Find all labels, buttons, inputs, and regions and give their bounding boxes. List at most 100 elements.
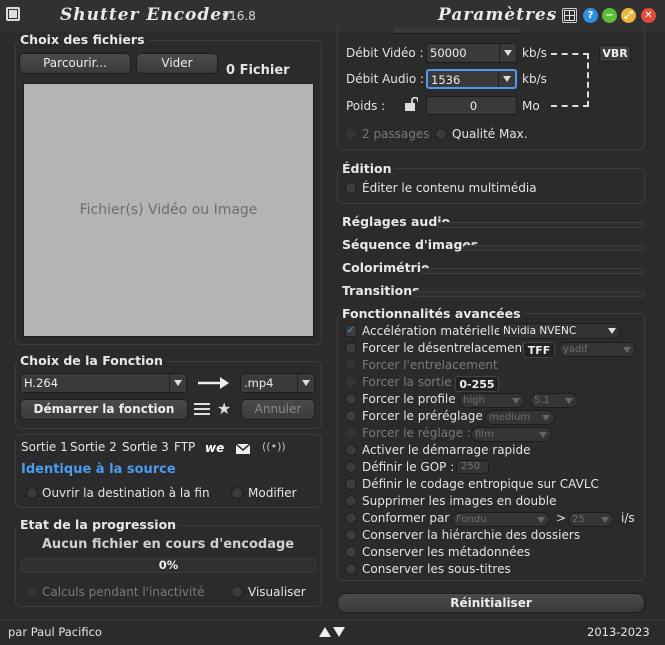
conform-select[interactable]: Fondu [452, 512, 550, 527]
edition-section-title: Édition [339, 161, 395, 176]
hw-accel-select[interactable]: Nvidia NVENC [499, 323, 621, 339]
section-colorimetry[interactable]: Colorimétrie [339, 260, 433, 275]
wetransfer-icon[interactable]: we [205, 441, 224, 455]
gop-input[interactable]: 250 [456, 460, 489, 474]
preset-label: Forcer le préréglage : [362, 409, 491, 423]
audio-bitrate-select[interactable]: 1536 [426, 69, 517, 89]
expand-collapse-icon[interactable] [319, 626, 345, 641]
idle-calc-radio[interactable] [26, 586, 38, 598]
two-pass-radio[interactable] [345, 128, 357, 140]
hw-accel-checkbox[interactable]: ✓ [345, 325, 357, 337]
close-icon[interactable]: ✕ [641, 8, 656, 23]
section-audio-settings[interactable]: Réglages audio [339, 214, 454, 229]
size-input[interactable]: 0 [426, 96, 517, 115]
chevron-down-icon [532, 513, 549, 526]
max-quality-label: Qualité Max. [452, 127, 528, 141]
progress-status: Aucun fichier en cours d'encodage [41, 537, 295, 552]
keep-folders-radio[interactable] [345, 529, 357, 541]
link-bracket [551, 53, 589, 107]
tab-output-3[interactable]: Sortie 3 [122, 440, 169, 454]
progress-section-title: Etat de la progression [17, 517, 180, 532]
video-bitrate-select[interactable]: 50000 [426, 43, 517, 63]
chevron-down-icon [603, 324, 620, 338]
fps-select[interactable]: 25 [568, 512, 614, 527]
profile-select[interactable]: high [459, 393, 525, 408]
minimize-icon[interactable]: − [602, 8, 617, 23]
mail-icon[interactable] [235, 443, 251, 457]
gop-radio[interactable] [345, 461, 357, 473]
app-logo-icon-inner [9, 10, 17, 18]
modify-radio[interactable] [231, 487, 243, 499]
interlace-radio[interactable] [345, 359, 357, 371]
maximize-icon[interactable]: ⤢ [621, 8, 636, 23]
vbr-button[interactable]: VBR [599, 45, 631, 62]
tune-select[interactable]: film [471, 427, 552, 442]
output-range-radio[interactable] [345, 376, 357, 388]
app-window: Shutter Encoder v16.8 Paramètres ? − ⤢ ✕… [0, 0, 665, 645]
codec-select[interactable]: H.264 [20, 373, 187, 393]
chevron-down-icon [537, 411, 554, 424]
star-icon[interactable]: ★ [217, 399, 231, 418]
remove-duplicates-radio[interactable] [345, 495, 357, 507]
unlock-icon[interactable] [404, 96, 419, 114]
cancel-button[interactable]: Annuler [241, 399, 315, 420]
conform-label: Conformer par : [362, 511, 458, 525]
list-icon[interactable] [194, 402, 210, 419]
keep-metadata-label: Conserver les métadonnées [362, 545, 531, 559]
file-count: 0 Fichier [226, 63, 290, 78]
reset-button[interactable]: Réinitialiser [337, 593, 645, 613]
clear-button[interactable]: Vider [136, 53, 218, 74]
chevron-down-icon [596, 513, 613, 526]
preset-select[interactable]: medium [485, 410, 555, 425]
tab-output-1[interactable]: Sortie 1 [21, 440, 68, 454]
edit-media-radio[interactable] [345, 182, 357, 194]
output-range-tag[interactable]: 0-255 [455, 376, 499, 392]
section-image-sequence[interactable]: Séquence d'images [339, 237, 482, 252]
help-icon[interactable]: ? [583, 8, 598, 23]
size-unit: Mo [522, 99, 540, 113]
section-audio-settings-bar [437, 222, 645, 228]
fast-start-radio[interactable] [345, 444, 357, 456]
remove-duplicates-label: Supprimer les images en double [362, 494, 557, 508]
audio-bitrate-unit: kb/s [522, 72, 547, 86]
file-drop-placeholder: Fichier(s) Vidéo ou Image [79, 202, 258, 218]
level-select[interactable]: 5.1 [530, 393, 578, 408]
conform-radio[interactable] [345, 512, 357, 524]
modify-label: Modifier [248, 486, 297, 500]
preset-radio[interactable] [345, 410, 357, 422]
keep-subtitles-radio[interactable] [345, 563, 357, 575]
stream-icon[interactable]: ((•)) [262, 440, 286, 453]
destination-label[interactable]: Identique à la source [21, 462, 176, 477]
cavlc-label: Définir le codage entropique sur CAVLC [362, 477, 599, 491]
file-drop-zone[interactable]: Fichier(s) Vidéo ou Image [23, 83, 314, 337]
max-quality-radio[interactable] [435, 128, 447, 140]
browse-button[interactable]: Parcourir... [19, 53, 131, 74]
keep-subtitles-label: Conserver les sous-titres [362, 562, 511, 576]
hw-accel-label: Accélération matérielle : [362, 324, 510, 338]
open-destination-radio[interactable] [26, 487, 38, 499]
container-select[interactable]: .mp4 [240, 373, 315, 393]
profile-label: Forcer le profile : [362, 392, 464, 406]
deinterlace-select[interactable]: yadif [559, 342, 636, 357]
output-range-label: Forcer la sortie : [362, 375, 460, 389]
function-section-title: Choix de la Fonction [17, 353, 166, 368]
files-section-title: Choix des fichiers [17, 32, 148, 47]
hidden-row-fields [394, 28, 520, 34]
edit-media-label: Éditer le contenu multimédia [362, 181, 537, 195]
idle-calc-label: Calculs pendant l'inactivité [42, 585, 205, 599]
start-function-button[interactable]: Démarrer la fonction [20, 399, 188, 420]
keep-folders-label: Conserver la hiérarchie des dossiers [362, 528, 581, 542]
deinterlace-tff-tag[interactable]: TFF [523, 342, 555, 358]
window-icon[interactable] [562, 8, 577, 23]
cavlc-radio[interactable] [345, 478, 357, 490]
section-transitions[interactable]: Transitions [339, 283, 423, 298]
keep-metadata-radio[interactable] [345, 546, 357, 558]
tune-label: Forcer le réglage : [362, 426, 471, 440]
preview-radio[interactable] [231, 586, 243, 598]
tab-output-2[interactable]: Sortie 2 [70, 440, 117, 454]
tab-ftp[interactable]: FTP [174, 440, 195, 454]
gop-label: Définir le GOP : [362, 460, 455, 474]
profile-radio[interactable] [345, 393, 357, 405]
tune-radio[interactable] [345, 427, 357, 439]
deinterlace-radio[interactable] [345, 342, 357, 354]
